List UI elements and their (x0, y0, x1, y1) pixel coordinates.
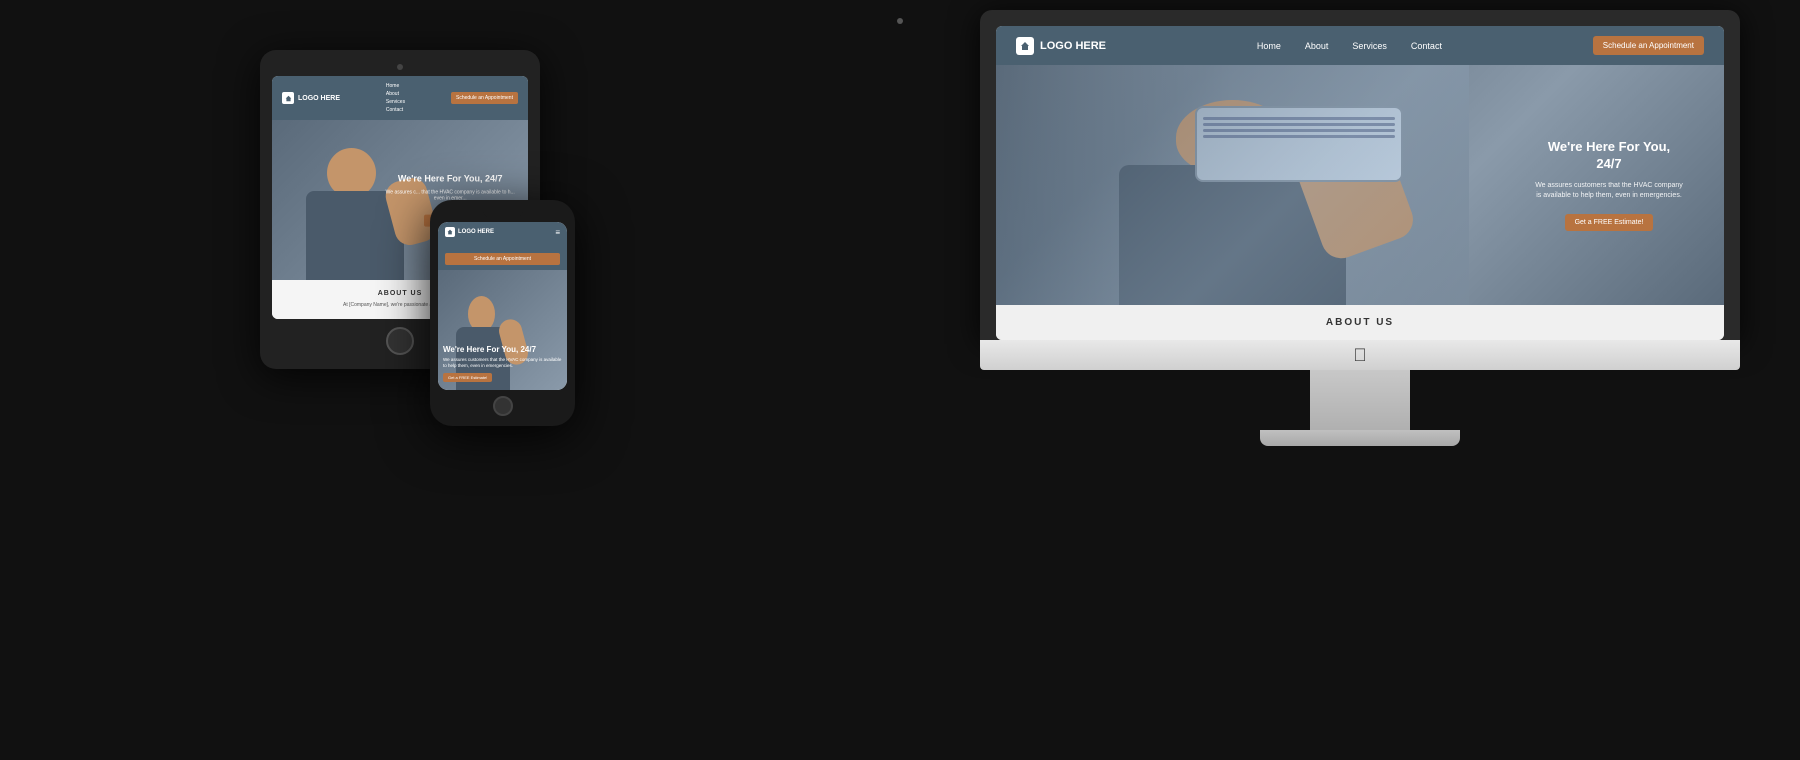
iphone-hero-cta-button[interactable]: Get a FREE Estimate! (443, 373, 492, 382)
iphone-cta-bar-button[interactable]: Schedule an Appointment (445, 253, 560, 265)
imac-nav-services[interactable]: Services (1352, 41, 1387, 51)
ipad-hero-title: We're Here For You, 24/7 (385, 174, 515, 185)
ipad-nav-home[interactable]: Home (386, 82, 405, 90)
ipad-nav: LOGO HERE Home About Services Contact Sc… (272, 76, 528, 120)
imac-hero-title: We're Here For You, 24/7 (1534, 139, 1684, 173)
ipad-logo-icon (282, 92, 294, 104)
imac-screen-outer: LOGO HERE Home About Services Contact Sc… (980, 10, 1740, 340)
imac-about-section: ABOUT US (996, 305, 1724, 340)
scene-dot (897, 18, 903, 24)
iphone-device: LOGO HERE ≡ Schedule an Appointment (430, 200, 575, 426)
iphone-notch (483, 210, 523, 218)
imac-hero-section: We're Here For You, 24/7 We assures cust… (996, 65, 1724, 305)
imac-stand-top (1310, 370, 1410, 430)
imac-screen-inner: LOGO HERE Home About Services Contact Sc… (996, 26, 1724, 340)
imac-website-nav: LOGO HERE Home About Services Contact Sc… (996, 26, 1724, 65)
ipad-nav-contact[interactable]: Contact (386, 106, 405, 114)
ipad-camera (397, 64, 403, 70)
ipad-nav-links: Home About Services Contact (386, 82, 405, 114)
scene: LOGO HERE Home About Services Contact Sc… (0, 0, 1800, 760)
imac-nav-about[interactable]: About (1305, 41, 1329, 51)
person-arm (1293, 130, 1419, 264)
iphone-frame: LOGO HERE ≡ Schedule an Appointment (430, 200, 575, 426)
imac-schedule-button[interactable]: Schedule an Appointment (1593, 36, 1704, 55)
imac-nav-links: Home About Services Contact (1257, 41, 1442, 51)
ipad-nav-about[interactable]: About (386, 90, 405, 98)
iphone-home-button[interactable] (493, 396, 513, 416)
iphone-cta-bar-section: Schedule an Appointment (438, 242, 567, 270)
imac-hero-subtitle: We assures customers that the HVAC compa… (1534, 181, 1684, 201)
imac-logo-icon (1016, 37, 1034, 55)
ipad-logo-text: LOGO HERE (298, 95, 340, 102)
person-body (1119, 165, 1346, 305)
iphone-hero-section: We're Here For You, 24/7 We assures cust… (438, 270, 567, 390)
iphone-hero-subtitle: We assures customers that the HVAC compa… (443, 357, 562, 369)
iphone-logo-icon (445, 227, 455, 237)
ipad-nav-services[interactable]: Services (386, 98, 405, 106)
iphone-hero-title: We're Here For You, 24/7 (443, 345, 562, 355)
ipad-logo: LOGO HERE (282, 92, 340, 104)
ipad-home-button[interactable] (386, 327, 414, 355)
iphone-screen: LOGO HERE ≡ Schedule an Appointment (438, 222, 567, 390)
iphone-hero-text: We're Here For You, 24/7 We assures cust… (443, 345, 562, 382)
imac-nav-contact[interactable]: Contact (1411, 41, 1442, 51)
imac-apple-logo:  (1353, 345, 1367, 366)
imac-stand-base (1260, 430, 1460, 446)
imac-hero-cta-button[interactable]: Get a FREE Estimate! (1565, 214, 1654, 231)
person-head (1176, 100, 1290, 176)
ipad-schedule-button[interactable]: Schedule an Appointment (451, 92, 518, 105)
iphone-hamburger-icon[interactable]: ≡ (555, 228, 560, 237)
iphone-nav: LOGO HERE ≡ (438, 222, 567, 242)
imac-hero-text: We're Here For You, 24/7 We assures cust… (1509, 119, 1709, 250)
imac-nav-home[interactable]: Home (1257, 41, 1281, 51)
imac-logo: LOGO HERE (1016, 37, 1106, 55)
imac-logo-text: LOGO HERE (1040, 40, 1106, 52)
person-silhouette (1043, 89, 1422, 305)
imac-about-title: ABOUT US (1016, 317, 1704, 328)
imac-device: LOGO HERE Home About Services Contact Sc… (980, 10, 1740, 446)
imac-hero-person (996, 65, 1469, 305)
iphone-logo: LOGO HERE (445, 227, 494, 237)
iphone-logo-text: LOGO HERE (458, 229, 494, 235)
imac-chin:  (980, 340, 1740, 370)
